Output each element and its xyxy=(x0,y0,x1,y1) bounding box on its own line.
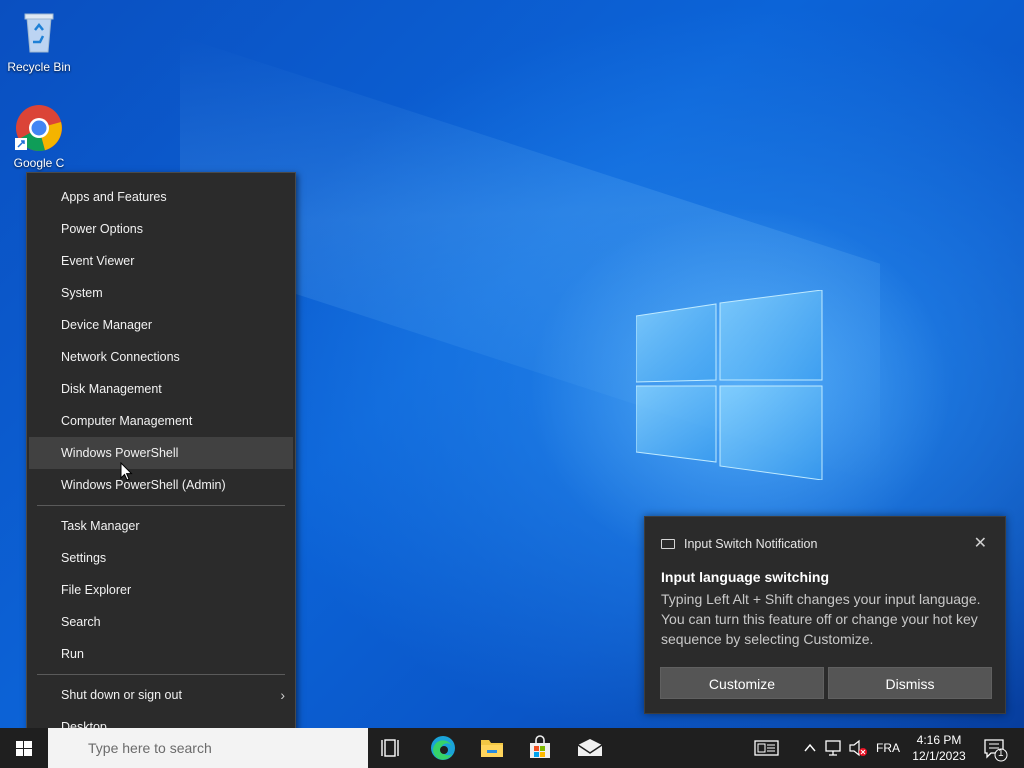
close-icon[interactable]: ✕ xyxy=(974,533,987,553)
menu-item-label: Disk Management xyxy=(61,382,162,396)
customize-button[interactable]: Customize xyxy=(660,667,824,699)
menu-item-task-manager[interactable]: Task Manager xyxy=(27,510,295,542)
menu-item-shut-down-or-sign-out[interactable]: Shut down or sign out › xyxy=(27,679,295,711)
clock-time: 4:16 PM xyxy=(916,733,962,747)
menu-item-label: Windows PowerShell xyxy=(61,446,179,460)
search-placeholder: Type here to search xyxy=(88,740,212,756)
keyboard-icon xyxy=(661,539,675,549)
menu-separator xyxy=(37,674,285,675)
taskbar: Type here to search FRA 4:16 PM 12/1/202… xyxy=(0,728,1024,768)
network-tray-button[interactable] xyxy=(822,728,846,768)
menu-item-apps-and-features[interactable]: Apps and Features xyxy=(27,181,295,213)
windows-start-icon xyxy=(16,741,32,756)
menu-item-label: Device Manager xyxy=(61,318,153,332)
show-hidden-icons-button[interactable] xyxy=(800,728,820,768)
volume-tray-button[interactable] xyxy=(846,728,870,768)
menu-item-label: Apps and Features xyxy=(61,190,167,204)
menu-separator xyxy=(37,505,285,506)
menu-item-label: Shut down or sign out xyxy=(61,688,182,702)
notification-title: Input language switching xyxy=(661,569,829,585)
menu-item-label: Settings xyxy=(61,551,107,565)
menu-item-label: Windows PowerShell (Admin) xyxy=(61,478,226,492)
notification-header: Input Switch Notification xyxy=(661,537,817,551)
menu-item-settings[interactable]: Settings xyxy=(27,542,295,574)
menu-item-label: Power Options xyxy=(61,222,143,236)
menu-item-device-manager[interactable]: Device Manager xyxy=(27,309,295,341)
language-label: FRA xyxy=(876,741,900,755)
taskbar-search-box[interactable]: Type here to search xyxy=(48,728,368,768)
input-switch-notification[interactable]: Input Switch Notification ✕ Input langua… xyxy=(644,516,1006,714)
menu-item-disk-management[interactable]: Disk Management xyxy=(27,373,295,405)
windows-wallpaper-logo xyxy=(636,290,823,480)
chevron-up-icon xyxy=(804,743,816,752)
chrome-icon xyxy=(15,104,63,152)
menu-item-label: File Explorer xyxy=(61,583,132,597)
mail-button[interactable] xyxy=(566,728,614,768)
menu-item-network-connections[interactable]: Network Connections xyxy=(27,341,295,373)
start-button[interactable] xyxy=(0,728,48,768)
menu-item-windows-powershell-admin[interactable]: Windows PowerShell (Admin) xyxy=(27,469,295,501)
network-icon xyxy=(825,740,841,756)
notification-app-name: Input Switch Notification xyxy=(684,537,818,551)
clock-date: 12/1/2023 xyxy=(912,749,966,763)
task-view-icon xyxy=(381,739,399,757)
menu-item-file-explorer[interactable]: File Explorer xyxy=(27,574,295,606)
menu-item-run[interactable]: Run xyxy=(27,638,295,670)
menu-item-windows-powershell[interactable]: Windows PowerShell xyxy=(29,437,293,469)
menu-item-event-viewer[interactable]: Event Viewer xyxy=(27,245,295,277)
news-widget-button[interactable] xyxy=(752,728,782,768)
menu-item-label: Run xyxy=(61,647,84,661)
edge-icon xyxy=(431,736,455,760)
desktop-icon-label: Google C xyxy=(13,156,65,170)
notification-body: Typing Left Alt + Shift changes your inp… xyxy=(661,591,981,647)
notification-count-badge: 1 xyxy=(998,748,1004,759)
menu-item-label: System xyxy=(61,286,103,300)
menu-item-search[interactable]: Search xyxy=(27,606,295,638)
microsoft-store-icon xyxy=(530,735,550,758)
notification-center-icon xyxy=(984,739,1008,762)
microsoft-store-button[interactable] xyxy=(516,728,564,768)
menu-item-power-options[interactable]: Power Options xyxy=(27,213,295,245)
menu-item-system[interactable]: System xyxy=(27,277,295,309)
taskbar-clock[interactable]: 4:16 PM 12/1/2023 xyxy=(904,732,974,764)
menu-item-label: Computer Management xyxy=(61,414,193,428)
menu-item-label: Task Manager xyxy=(61,519,140,533)
volume-muted-icon xyxy=(849,739,867,757)
edge-button[interactable] xyxy=(419,728,467,768)
menu-item-label: Network Connections xyxy=(61,350,180,364)
menu-item-label: Event Viewer xyxy=(61,254,135,268)
mouse-cursor-icon xyxy=(120,462,133,481)
file-explorer-button[interactable] xyxy=(468,728,516,768)
news-icon xyxy=(754,740,779,756)
menu-item-label: Search xyxy=(61,615,101,629)
winx-context-menu: Apps and Features Power Options Event Vi… xyxy=(26,172,296,752)
desktop-icon-recycle-bin[interactable]: Recycle Bin xyxy=(4,8,74,74)
recycle-bin-icon xyxy=(15,8,63,56)
chevron-right-icon: › xyxy=(280,687,285,703)
input-language-indicator[interactable]: FRA xyxy=(872,728,904,768)
file-explorer-icon xyxy=(481,740,503,757)
dismiss-button[interactable]: Dismiss xyxy=(828,667,992,699)
desktop-icon-chrome[interactable]: Google C xyxy=(4,104,74,170)
menu-item-computer-management[interactable]: Computer Management xyxy=(27,405,295,437)
task-view-button[interactable] xyxy=(368,728,416,768)
mail-icon xyxy=(577,739,603,756)
desktop-icon-label: Recycle Bin xyxy=(7,60,71,74)
action-center-button[interactable]: 1 xyxy=(980,728,1010,768)
